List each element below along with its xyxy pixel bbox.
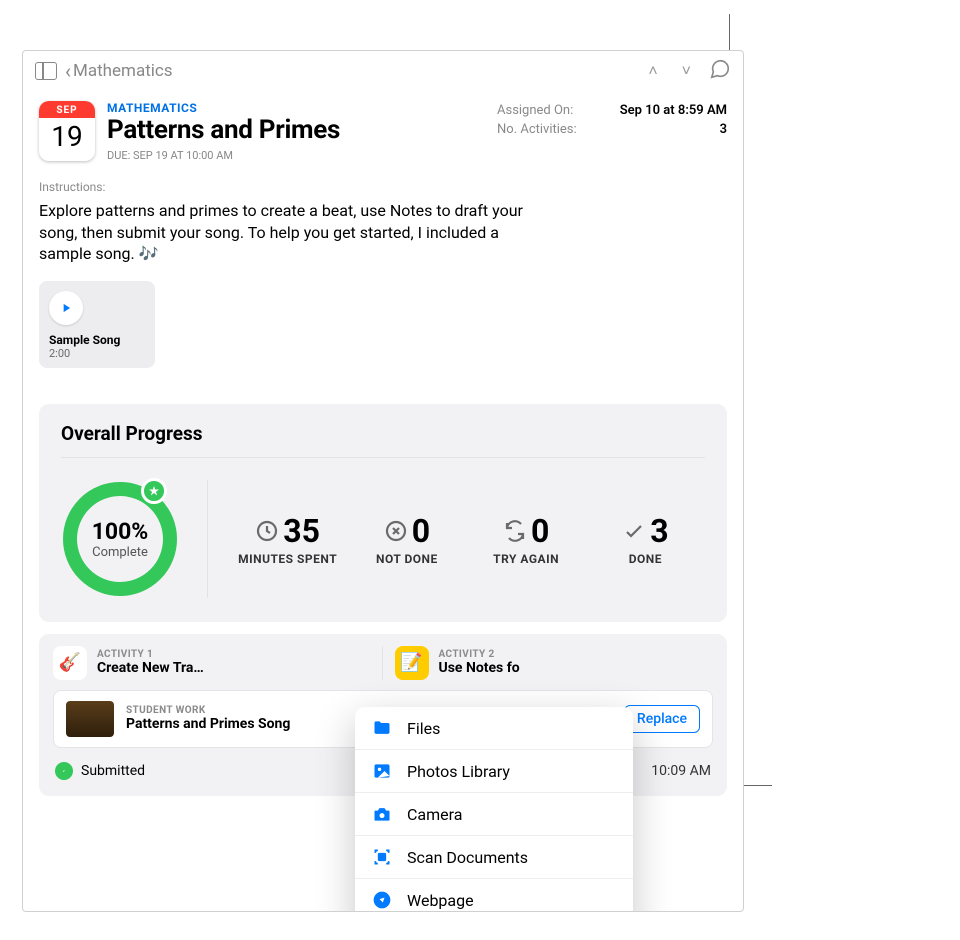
- check-circle-icon: [55, 762, 73, 780]
- menu-item-label: Files: [407, 719, 440, 738]
- stat-not-done: 0 NOT DONE: [347, 512, 466, 566]
- progress-percent: 100%: [92, 518, 149, 545]
- attach-menu-popup: Files Photos Library Camera Scan Documen…: [355, 707, 633, 912]
- chevron-left-icon: ‹: [65, 59, 71, 83]
- checkmark-icon: [622, 519, 646, 543]
- stat-value: 0: [412, 512, 430, 550]
- menu-item-camera[interactable]: Camera: [355, 793, 633, 836]
- activity-title: Create New Tra…: [97, 660, 204, 676]
- activity-label: ACTIVITY 2: [439, 649, 520, 660]
- menu-item-webpage[interactable]: Webpage: [355, 879, 633, 912]
- folder-icon: [371, 718, 393, 738]
- stat-label: TRY AGAIN: [467, 552, 586, 566]
- progress-ring: 100% Complete: [61, 480, 179, 598]
- calendar-month: SEP: [39, 101, 95, 118]
- notes-icon: 📝: [395, 646, 429, 680]
- stat-value: 0: [531, 512, 549, 550]
- subject-label: MATHEMATICS: [107, 101, 340, 115]
- progress-heading: Overall Progress: [61, 422, 705, 458]
- chat-icon[interactable]: [709, 58, 731, 84]
- top-nav: ‹ Mathematics ˄ ˅: [23, 51, 743, 91]
- stat-try-again: 0 TRY AGAIN: [467, 512, 586, 566]
- assigned-on-label: Assigned On:: [497, 103, 573, 118]
- menu-item-label: Webpage: [407, 891, 474, 910]
- num-activities-value: 3: [720, 122, 727, 137]
- progress-percent-label: Complete: [92, 545, 148, 560]
- attachment-duration: 2:00: [49, 347, 145, 360]
- menu-item-files[interactable]: Files: [355, 707, 633, 750]
- calendar-day: 19: [39, 118, 95, 153]
- activity-1[interactable]: 🎸 ACTIVITY 1 Create New Tra…: [53, 646, 383, 680]
- stat-value: 3: [650, 512, 668, 550]
- assignment-header: SEP 19 MATHEMATICS Patterns and Primes D…: [23, 91, 743, 162]
- stat-label: DONE: [586, 552, 705, 566]
- menu-item-scan[interactable]: Scan Documents: [355, 836, 633, 879]
- overall-progress-card: Overall Progress 100% Complete: [39, 404, 727, 622]
- play-icon[interactable]: [49, 291, 83, 325]
- back-button[interactable]: ‹ Mathematics: [65, 59, 173, 83]
- sidebar-toggle-icon[interactable]: [35, 62, 57, 80]
- chevron-up-icon[interactable]: ˄: [648, 61, 657, 81]
- title-block: MATHEMATICS Patterns and Primes DUE: SEP…: [107, 101, 340, 162]
- stat-label: NOT DONE: [347, 552, 466, 566]
- attachment-name: Sample Song: [49, 333, 145, 347]
- stat-done: 3 DONE: [586, 512, 705, 566]
- instructions-label: Instructions:: [23, 162, 743, 200]
- stat-value: 35: [283, 512, 320, 550]
- assigned-on-value: Sep 10 at 8:59 AM: [620, 103, 727, 118]
- menu-item-label: Scan Documents: [407, 848, 528, 867]
- instructions-text: Explore patterns and primes to create a …: [23, 200, 743, 265]
- back-label: Mathematics: [73, 61, 173, 81]
- student-work-label: STUDENT WORK: [126, 705, 290, 716]
- assignment-meta: Assigned On: Sep 10 at 8:59 AM No. Activ…: [497, 101, 727, 162]
- menu-item-label: Photos Library: [407, 762, 510, 781]
- prev-next-nav: ˄ ˅: [648, 61, 691, 81]
- assignment-title: Patterns and Primes: [107, 115, 340, 145]
- chevron-down-icon[interactable]: ˅: [682, 61, 691, 81]
- retry-icon: [503, 519, 527, 543]
- attachment-sample-song[interactable]: Sample Song 2:00: [39, 281, 155, 368]
- student-work-thumbnail: [66, 701, 114, 737]
- activity-label: ACTIVITY 1: [97, 649, 204, 660]
- stat-minutes-spent: 35 MINUTES SPENT: [228, 512, 347, 566]
- menu-item-label: Camera: [407, 805, 462, 824]
- app-screen: ‹ Mathematics ˄ ˅ SEP 19 MATHEMATICS Pat…: [22, 50, 744, 912]
- activity-2[interactable]: 📝 ACTIVITY 2 Use Notes fo: [395, 646, 714, 680]
- submission-status-text: Submitted: [81, 763, 145, 779]
- camera-icon: [371, 804, 393, 824]
- clock-icon: [255, 519, 279, 543]
- calendar-icon: SEP 19: [39, 101, 95, 161]
- garageband-icon: 🎸: [53, 646, 87, 680]
- replace-button[interactable]: Replace: [624, 705, 700, 733]
- scan-icon: [371, 847, 393, 867]
- photos-icon: [371, 761, 393, 781]
- not-done-icon: [384, 519, 408, 543]
- due-label: DUE: SEP 19 AT 10:00 AM: [107, 149, 340, 162]
- submission-time: 10:09 AM: [651, 763, 711, 779]
- menu-item-photos[interactable]: Photos Library: [355, 750, 633, 793]
- stat-label: MINUTES SPENT: [228, 552, 347, 566]
- activity-title: Use Notes fo: [439, 660, 520, 676]
- num-activities-label: No. Activities:: [497, 122, 577, 137]
- student-work-title: Patterns and Primes Song: [126, 716, 290, 732]
- compass-icon: [371, 890, 393, 910]
